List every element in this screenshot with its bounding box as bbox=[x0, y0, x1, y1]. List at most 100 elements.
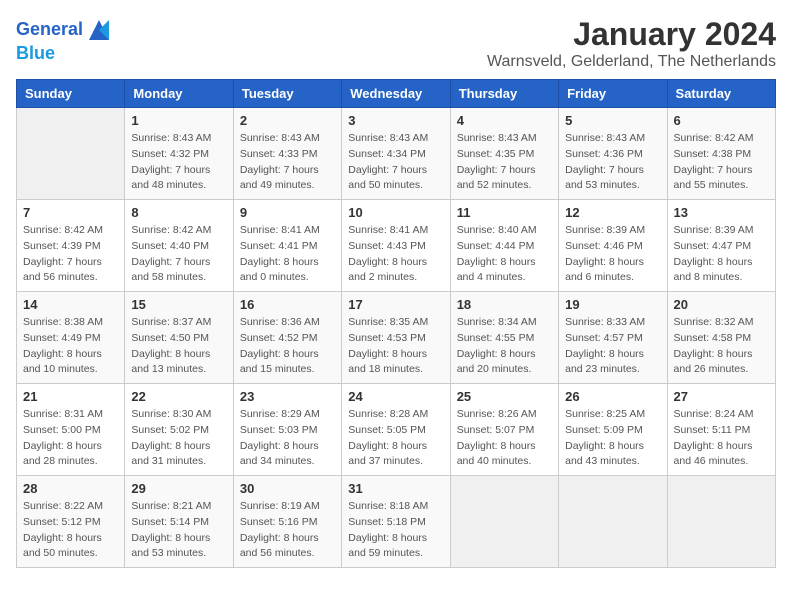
day-info: Sunrise: 8:43 AMSunset: 4:36 PMDaylight:… bbox=[565, 131, 660, 194]
calendar-week-row: 21 Sunrise: 8:31 AMSunset: 5:00 PMDayligh… bbox=[17, 384, 776, 476]
day-number: 7 bbox=[23, 205, 118, 220]
main-title: January 2024 bbox=[487, 16, 776, 53]
day-info: Sunrise: 8:28 AMSunset: 5:05 PMDaylight:… bbox=[348, 407, 443, 470]
day-info: Sunrise: 8:43 AMSunset: 4:33 PMDaylight:… bbox=[240, 131, 335, 194]
day-info: Sunrise: 8:34 AMSunset: 4:55 PMDaylight:… bbox=[457, 315, 552, 378]
calendar-cell bbox=[17, 108, 125, 200]
day-number: 5 bbox=[565, 113, 660, 128]
calendar-cell: 1 Sunrise: 8:43 AMSunset: 4:32 PMDaylight… bbox=[125, 108, 233, 200]
day-number: 21 bbox=[23, 389, 118, 404]
calendar-cell: 26Sunrise: 8:25 AMSunset: 5:09 PMDayligh… bbox=[559, 384, 667, 476]
day-number: 8 bbox=[131, 205, 226, 220]
calendar-cell: 12 Sunrise: 8:39 AMSunset: 4:46 PMDayligh… bbox=[559, 200, 667, 292]
day-number: 16 bbox=[240, 297, 335, 312]
day-number: 29 bbox=[131, 481, 226, 496]
logo-icon bbox=[85, 16, 113, 44]
calendar-header-row: Sunday Monday Tuesday Wednesday Thursday… bbox=[17, 80, 776, 108]
logo-text: GeneralBlue bbox=[16, 16, 113, 64]
calendar-cell: 24 Sunrise: 8:28 AMSunset: 5:05 PMDayligh… bbox=[342, 384, 450, 476]
day-info: Sunrise: 8:19 AMSunset: 5:16 PMDaylight:… bbox=[240, 499, 335, 562]
day-number: 20 bbox=[674, 297, 769, 312]
day-info: Sunrise: 8:43 AMSunset: 4:34 PMDaylight:… bbox=[348, 131, 443, 194]
day-info: Sunrise: 8:40 AMSunset: 4:44 PMDaylight:… bbox=[457, 223, 552, 286]
day-number: 4 bbox=[457, 113, 552, 128]
calendar-cell: 23 Sunrise: 8:29 AMSunset: 5:03 PMDayligh… bbox=[233, 384, 341, 476]
col-wednesday: Wednesday bbox=[342, 80, 450, 108]
day-info: Sunrise: 8:41 AMSunset: 4:41 PMDaylight:… bbox=[240, 223, 335, 286]
calendar-cell: 30Sunrise: 8:19 AMSunset: 5:16 PMDayligh… bbox=[233, 476, 341, 568]
day-info: Sunrise: 8:38 AMSunset: 4:49 PMDaylight:… bbox=[23, 315, 118, 378]
calendar-cell bbox=[450, 476, 558, 568]
day-number: 1 bbox=[131, 113, 226, 128]
day-number: 10 bbox=[348, 205, 443, 220]
calendar-cell: 17 Sunrise: 8:35 AMSunset: 4:53 PMDayligh… bbox=[342, 292, 450, 384]
day-number: 6 bbox=[674, 113, 769, 128]
col-sunday: Sunday bbox=[17, 80, 125, 108]
title-area: January 2024 Warnsveld, Gelderland, The … bbox=[487, 16, 776, 71]
day-number: 9 bbox=[240, 205, 335, 220]
day-number: 18 bbox=[457, 297, 552, 312]
day-info: Sunrise: 8:22 AMSunset: 5:12 PMDaylight:… bbox=[23, 499, 118, 562]
day-number: 12 bbox=[565, 205, 660, 220]
calendar-week-row: 1 Sunrise: 8:43 AMSunset: 4:32 PMDaylight… bbox=[17, 108, 776, 200]
calendar-cell: 7Sunrise: 8:42 AMSunset: 4:39 PMDaylight… bbox=[17, 200, 125, 292]
day-info: Sunrise: 8:41 AMSunset: 4:43 PMDaylight:… bbox=[348, 223, 443, 286]
calendar-cell: 28Sunrise: 8:22 AMSunset: 5:12 PMDayligh… bbox=[17, 476, 125, 568]
calendar-cell: 21 Sunrise: 8:31 AMSunset: 5:00 PMDayligh… bbox=[17, 384, 125, 476]
calendar-cell: 11 Sunrise: 8:40 AMSunset: 4:44 PMDayligh… bbox=[450, 200, 558, 292]
calendar-table: Sunday Monday Tuesday Wednesday Thursday… bbox=[16, 79, 776, 568]
day-number: 17 bbox=[348, 297, 443, 312]
day-info: Sunrise: 8:37 AMSunset: 4:50 PMDaylight:… bbox=[131, 315, 226, 378]
day-number: 22 bbox=[131, 389, 226, 404]
day-info: Sunrise: 8:24 AMSunset: 5:11 PMDaylight:… bbox=[674, 407, 769, 470]
day-number: 24 bbox=[348, 389, 443, 404]
day-number: 23 bbox=[240, 389, 335, 404]
day-number: 14 bbox=[23, 297, 118, 312]
day-info: Sunrise: 8:43 AMSunset: 4:32 PMDaylight:… bbox=[131, 131, 226, 194]
calendar-cell: 9 Sunrise: 8:41 AMSunset: 4:41 PMDaylight… bbox=[233, 200, 341, 292]
day-info: Sunrise: 8:30 AMSunset: 5:02 PMDaylight:… bbox=[131, 407, 226, 470]
calendar-cell: 6 Sunrise: 8:42 AMSunset: 4:38 PMDaylight… bbox=[667, 108, 775, 200]
calendar-cell: 16Sunrise: 8:36 AMSunset: 4:52 PMDayligh… bbox=[233, 292, 341, 384]
day-info: Sunrise: 8:32 AMSunset: 4:58 PMDaylight:… bbox=[674, 315, 769, 378]
calendar-cell: 8Sunrise: 8:42 AMSunset: 4:40 PMDaylight… bbox=[125, 200, 233, 292]
day-info: Sunrise: 8:39 AMSunset: 4:46 PMDaylight:… bbox=[565, 223, 660, 286]
day-info: Sunrise: 8:18 AMSunset: 5:18 PMDaylight:… bbox=[348, 499, 443, 562]
day-info: Sunrise: 8:33 AMSunset: 4:57 PMDaylight:… bbox=[565, 315, 660, 378]
calendar-cell: 25 Sunrise: 8:26 AMSunset: 5:07 PMDayligh… bbox=[450, 384, 558, 476]
calendar-cell: 20 Sunrise: 8:32 AMSunset: 4:58 PMDayligh… bbox=[667, 292, 775, 384]
calendar-week-row: 28Sunrise: 8:22 AMSunset: 5:12 PMDayligh… bbox=[17, 476, 776, 568]
col-friday: Friday bbox=[559, 80, 667, 108]
day-number: 15 bbox=[131, 297, 226, 312]
day-info: Sunrise: 8:31 AMSunset: 5:00 PMDaylight:… bbox=[23, 407, 118, 470]
col-tuesday: Tuesday bbox=[233, 80, 341, 108]
calendar-cell: 29 Sunrise: 8:21 AMSunset: 5:14 PMDayligh… bbox=[125, 476, 233, 568]
calendar-cell: 31 Sunrise: 8:18 AMSunset: 5:18 PMDayligh… bbox=[342, 476, 450, 568]
col-monday: Monday bbox=[125, 80, 233, 108]
day-info: Sunrise: 8:25 AMSunset: 5:09 PMDaylight:… bbox=[565, 407, 660, 470]
day-info: Sunrise: 8:26 AMSunset: 5:07 PMDaylight:… bbox=[457, 407, 552, 470]
calendar-week-row: 14 Sunrise: 8:38 AMSunset: 4:49 PMDayligh… bbox=[17, 292, 776, 384]
calendar-cell: 4Sunrise: 8:43 AMSunset: 4:35 PMDaylight… bbox=[450, 108, 558, 200]
day-number: 13 bbox=[674, 205, 769, 220]
day-number: 11 bbox=[457, 205, 552, 220]
calendar-cell bbox=[667, 476, 775, 568]
calendar-cell: 19 Sunrise: 8:33 AMSunset: 4:57 PMDayligh… bbox=[559, 292, 667, 384]
day-info: Sunrise: 8:35 AMSunset: 4:53 PMDaylight:… bbox=[348, 315, 443, 378]
calendar-cell: 10 Sunrise: 8:41 AMSunset: 4:43 PMDayligh… bbox=[342, 200, 450, 292]
day-number: 31 bbox=[348, 481, 443, 496]
calendar-cell: 2 Sunrise: 8:43 AMSunset: 4:33 PMDaylight… bbox=[233, 108, 341, 200]
day-info: Sunrise: 8:29 AMSunset: 5:03 PMDaylight:… bbox=[240, 407, 335, 470]
calendar-cell: 15 Sunrise: 8:37 AMSunset: 4:50 PMDayligh… bbox=[125, 292, 233, 384]
calendar-cell: 18 Sunrise: 8:34 AMSunset: 4:55 PMDayligh… bbox=[450, 292, 558, 384]
day-number: 19 bbox=[565, 297, 660, 312]
day-number: 27 bbox=[674, 389, 769, 404]
day-info: Sunrise: 8:42 AMSunset: 4:38 PMDaylight:… bbox=[674, 131, 769, 194]
calendar-cell: 22 Sunrise: 8:30 AMSunset: 5:02 PMDayligh… bbox=[125, 384, 233, 476]
calendar-cell: 14 Sunrise: 8:38 AMSunset: 4:49 PMDayligh… bbox=[17, 292, 125, 384]
day-number: 2 bbox=[240, 113, 335, 128]
calendar-cell: 5 Sunrise: 8:43 AMSunset: 4:36 PMDaylight… bbox=[559, 108, 667, 200]
day-number: 25 bbox=[457, 389, 552, 404]
calendar-cell: 3Sunrise: 8:43 AMSunset: 4:34 PMDaylight… bbox=[342, 108, 450, 200]
day-info: Sunrise: 8:21 AMSunset: 5:14 PMDaylight:… bbox=[131, 499, 226, 562]
